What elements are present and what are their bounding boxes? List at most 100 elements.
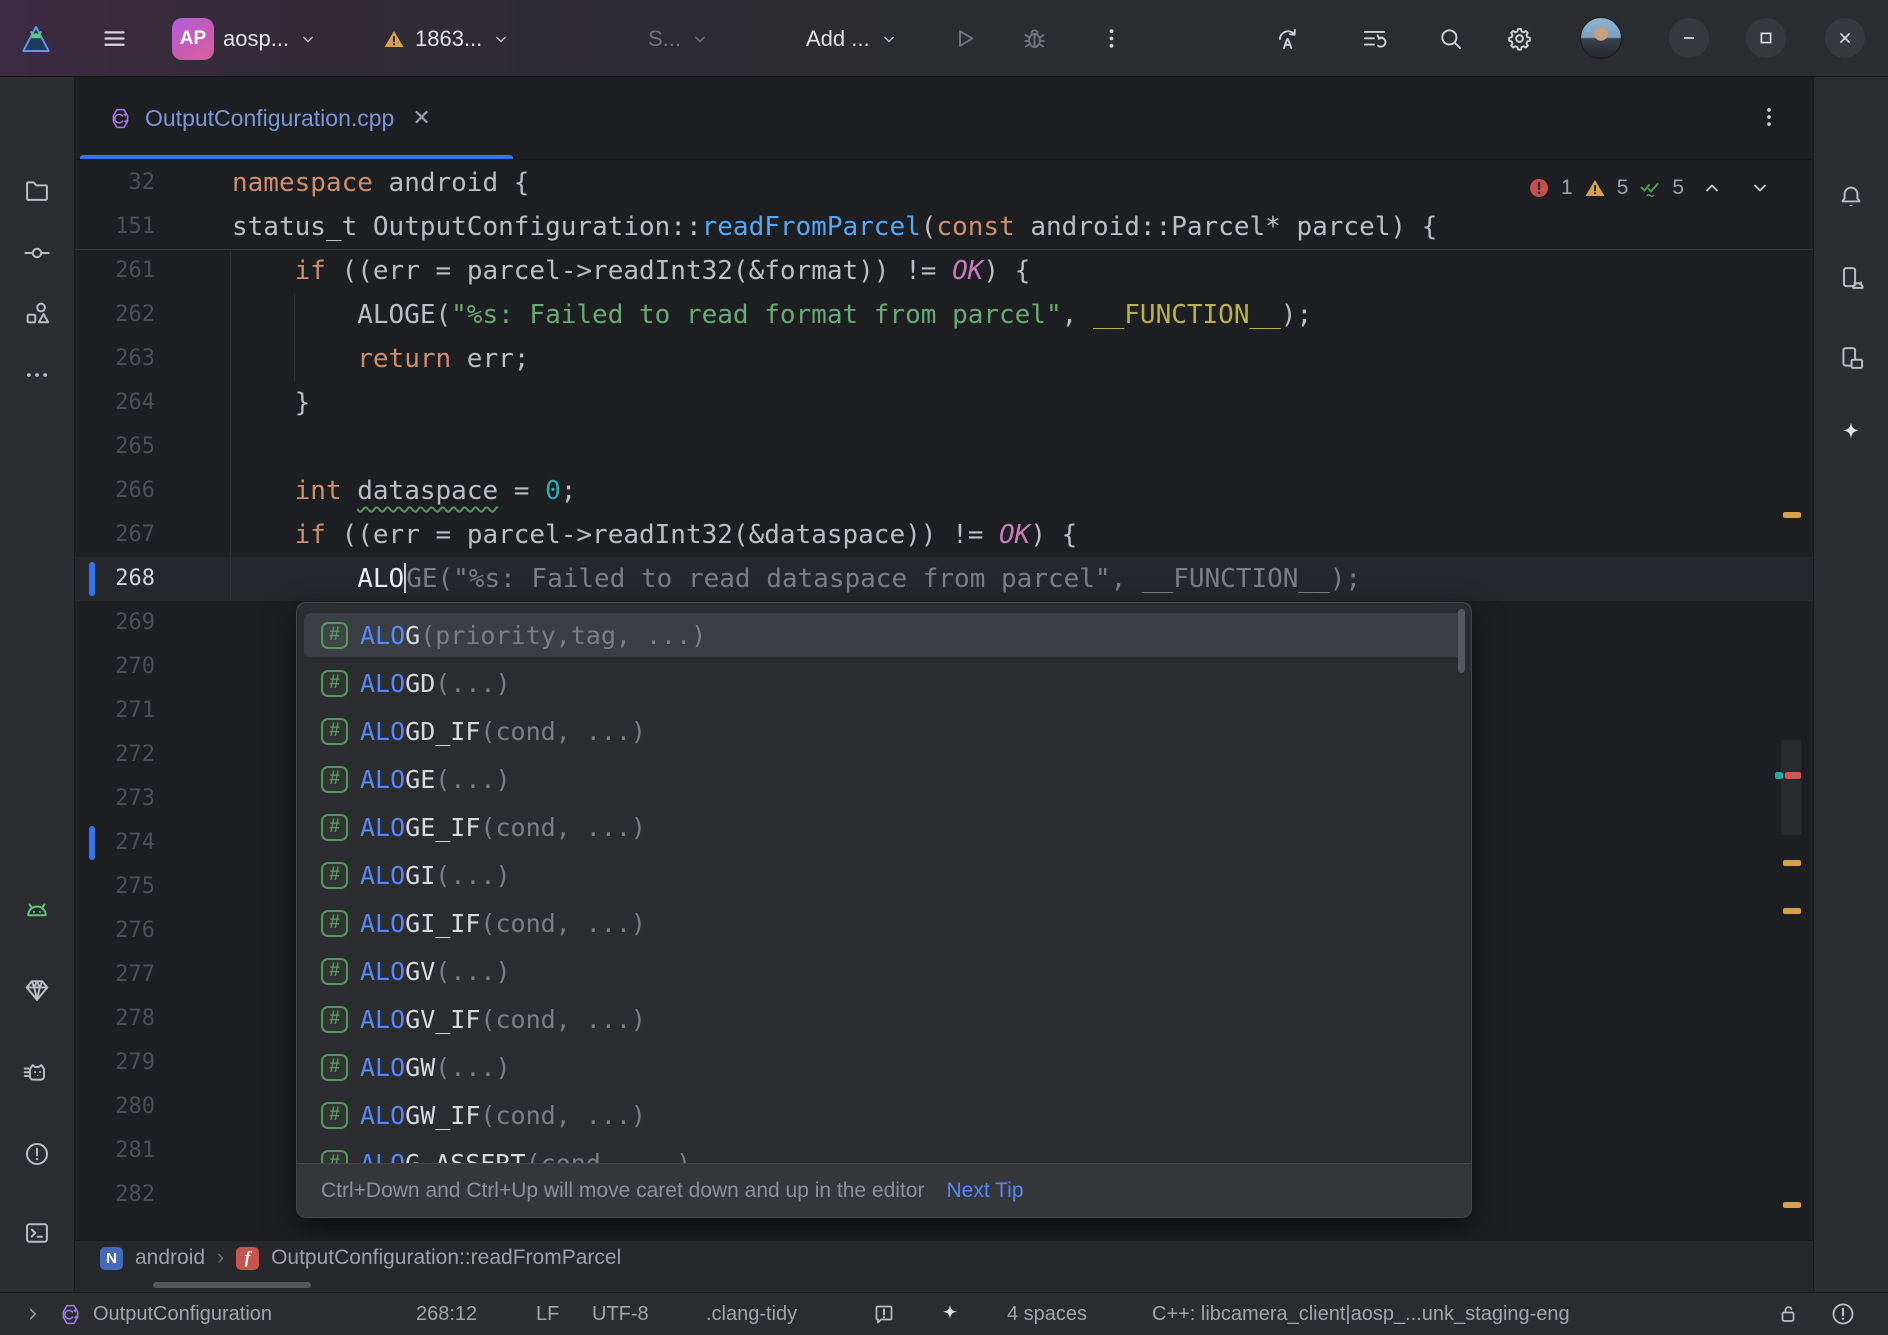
project-widget[interactable]: AP aosp... bbox=[172, 0, 318, 77]
file-encoding[interactable]: UTF-8 bbox=[592, 1293, 649, 1335]
device-selector-label: Add ... bbox=[806, 26, 870, 52]
chevron-up-icon[interactable] bbox=[1700, 176, 1724, 200]
sparkle-icon[interactable] bbox=[938, 1293, 962, 1335]
indent-size[interactable]: 4 spaces bbox=[1007, 1293, 1087, 1335]
completion-text: GW bbox=[405, 1053, 435, 1082]
more-horizontal-icon[interactable] bbox=[15, 353, 59, 397]
completion-hint-footer: Ctrl+Down and Ctrl+Up will move caret do… bbox=[297, 1163, 1471, 1217]
breadcrumb-function[interactable]: OutputConfiguration::readFromParcel bbox=[271, 1246, 621, 1270]
completion-item-alogd[interactable]: #ALOGD(...) bbox=[297, 659, 1471, 707]
search-icon[interactable] bbox=[1437, 25, 1464, 52]
user-avatar[interactable] bbox=[1580, 17, 1622, 59]
code-line-261[interactable]: 261 if ((err = parcel->readInt32(&format… bbox=[75, 249, 1813, 293]
code-line-263[interactable]: 263 return err; bbox=[75, 337, 1813, 381]
tab-bar-kebab-menu-icon[interactable] bbox=[1756, 104, 1782, 130]
inspection-profile-icon[interactable] bbox=[872, 1293, 896, 1335]
toolchain-status[interactable]: C++: libcamera_client|aosp_...unk_stagin… bbox=[1152, 1293, 1570, 1335]
cpp-file-icon bbox=[58, 1293, 83, 1335]
caret-position[interactable]: 268:12 bbox=[416, 1293, 477, 1335]
gem-icon[interactable] bbox=[15, 968, 59, 1012]
code-line-264[interactable]: 264 } bbox=[75, 381, 1813, 425]
error-info-icon[interactable] bbox=[1830, 1293, 1856, 1335]
completion-item-alogi_if[interactable]: #ALOGI_IF(cond, ...) bbox=[297, 899, 1471, 947]
line-number: 269 bbox=[75, 601, 155, 645]
line-text: status_t OutputConfiguration::readFromPa… bbox=[232, 205, 1437, 249]
gemini-sparkle-icon[interactable] bbox=[1829, 411, 1873, 455]
code-line-262[interactable]: 262 ALOGE("%s: Failed to read format fro… bbox=[75, 293, 1813, 337]
code-completion-popup: #ALOG(priority,tag, ...)#ALOGD(...)#ALOG… bbox=[296, 602, 1472, 1218]
popup-scrollbar-thumb[interactable] bbox=[1458, 609, 1465, 673]
problems-icon[interactable] bbox=[15, 1132, 59, 1176]
completion-item-alogd_if[interactable]: #ALOGD_IF(cond, ...) bbox=[297, 707, 1471, 755]
line-number: 281 bbox=[75, 1129, 155, 1173]
line-number: 265 bbox=[75, 425, 155, 469]
run-configuration-widget[interactable]: S... bbox=[648, 0, 710, 77]
stripe-warning-mark[interactable] bbox=[1783, 908, 1801, 914]
unlocked-padlock-icon[interactable] bbox=[1776, 1293, 1800, 1335]
status-file-name[interactable]: OutputConfiguration bbox=[93, 1293, 272, 1335]
line-number: 272 bbox=[75, 733, 155, 777]
chevron-down-icon[interactable] bbox=[1748, 176, 1772, 200]
warning-count: 5 bbox=[1617, 176, 1629, 200]
completion-item-aloge[interactable]: #ALOGE(...) bbox=[297, 755, 1471, 803]
terminal-icon[interactable] bbox=[15, 1211, 59, 1255]
code-line-266[interactable]: 266 int dataspace = 0; bbox=[75, 469, 1813, 513]
warning-triangle-icon bbox=[1583, 176, 1607, 200]
macro-icon: # bbox=[321, 958, 348, 985]
completion-text: ALO bbox=[360, 909, 405, 938]
completion-item-aloge_if[interactable]: #ALOGE_IF(cond, ...) bbox=[297, 803, 1471, 851]
structure-icon[interactable] bbox=[15, 291, 59, 335]
letter-a-refresh-icon[interactable] bbox=[1274, 25, 1301, 52]
kebab-menu-icon[interactable] bbox=[1098, 25, 1125, 52]
completion-item-alogw[interactable]: #ALOGW(...) bbox=[297, 1043, 1471, 1091]
device-selector-widget[interactable]: Add ... bbox=[806, 0, 899, 77]
line-ending[interactable]: LF bbox=[536, 1293, 559, 1335]
minimize-button[interactable] bbox=[1669, 18, 1709, 58]
completion-item-alogi[interactable]: #ALOGI(...) bbox=[297, 851, 1471, 899]
commit-icon[interactable] bbox=[15, 231, 59, 275]
completion-text: GD bbox=[405, 669, 435, 698]
code-line-268[interactable]: 268 ALOGE("%s: Failed to read dataspace … bbox=[75, 557, 1813, 601]
code-line-265[interactable]: 265 bbox=[75, 425, 1813, 469]
completion-item-alogv_if[interactable]: #ALOGV_IF(cond, ...) bbox=[297, 995, 1471, 1043]
tab-outputconfiguration-cpp[interactable]: OutputConfiguration.cpp ✕ bbox=[80, 77, 457, 159]
android-logcat-icon[interactable] bbox=[15, 888, 59, 932]
macro-icon: # bbox=[321, 670, 348, 697]
breadcrumb-namespace[interactable]: android bbox=[135, 1246, 205, 1270]
macro-icon: # bbox=[321, 718, 348, 745]
line-number: 271 bbox=[75, 689, 155, 733]
next-tip-link[interactable]: Next Tip bbox=[946, 1179, 1023, 1203]
editor-scrollbar-thumb[interactable] bbox=[1781, 740, 1801, 835]
recent-lines-icon[interactable] bbox=[1361, 25, 1388, 52]
project-name: aosp... bbox=[223, 26, 289, 52]
folder-icon[interactable] bbox=[15, 168, 59, 212]
vcs-branch-widget[interactable]: 1863... bbox=[382, 0, 511, 77]
line-number: 151 bbox=[75, 205, 155, 249]
notifications-bell-icon[interactable] bbox=[1829, 175, 1873, 219]
line-text: int dataspace = 0; bbox=[232, 469, 576, 513]
horizontal-scrollbar-thumb[interactable] bbox=[153, 1282, 311, 1288]
completion-item-alogw_if[interactable]: #ALOGW_IF(cond, ...) bbox=[297, 1091, 1471, 1139]
completion-item-alogv[interactable]: #ALOGV(...) bbox=[297, 947, 1471, 995]
settings-gear-icon[interactable] bbox=[1506, 25, 1533, 52]
completion-item-alog[interactable]: #ALOG(priority,tag, ...) bbox=[297, 611, 1471, 659]
run-play-icon[interactable] bbox=[951, 25, 978, 52]
code-line-151[interactable]: 151 status_t OutputConfiguration::readFro… bbox=[75, 205, 1813, 249]
stripe-warning-mark[interactable] bbox=[1783, 512, 1801, 518]
code-line-267[interactable]: 267 if ((err = parcel->readInt32(&datasp… bbox=[75, 513, 1813, 557]
tab-close-icon[interactable]: ✕ bbox=[406, 105, 430, 131]
hamburger-menu-icon[interactable] bbox=[101, 25, 128, 52]
device-manager-icon[interactable] bbox=[1829, 256, 1873, 300]
maximize-button[interactable] bbox=[1746, 18, 1786, 58]
line-text: } bbox=[232, 381, 310, 425]
chevron-right-icon[interactable] bbox=[22, 1293, 44, 1335]
analyzer-status[interactable]: .clang-tidy bbox=[706, 1293, 797, 1335]
completion-text: GD_IF bbox=[405, 717, 480, 746]
stripe-warning-mark[interactable] bbox=[1783, 1202, 1801, 1208]
close-button[interactable] bbox=[1825, 18, 1865, 58]
running-devices-icon[interactable] bbox=[1829, 336, 1873, 380]
debug-bug-icon[interactable] bbox=[1021, 25, 1048, 52]
inspection-widget[interactable]: 1 5 5 bbox=[1527, 168, 1772, 208]
stripe-warning-mark[interactable] bbox=[1783, 860, 1801, 866]
speed-cat-icon[interactable] bbox=[15, 1050, 59, 1094]
